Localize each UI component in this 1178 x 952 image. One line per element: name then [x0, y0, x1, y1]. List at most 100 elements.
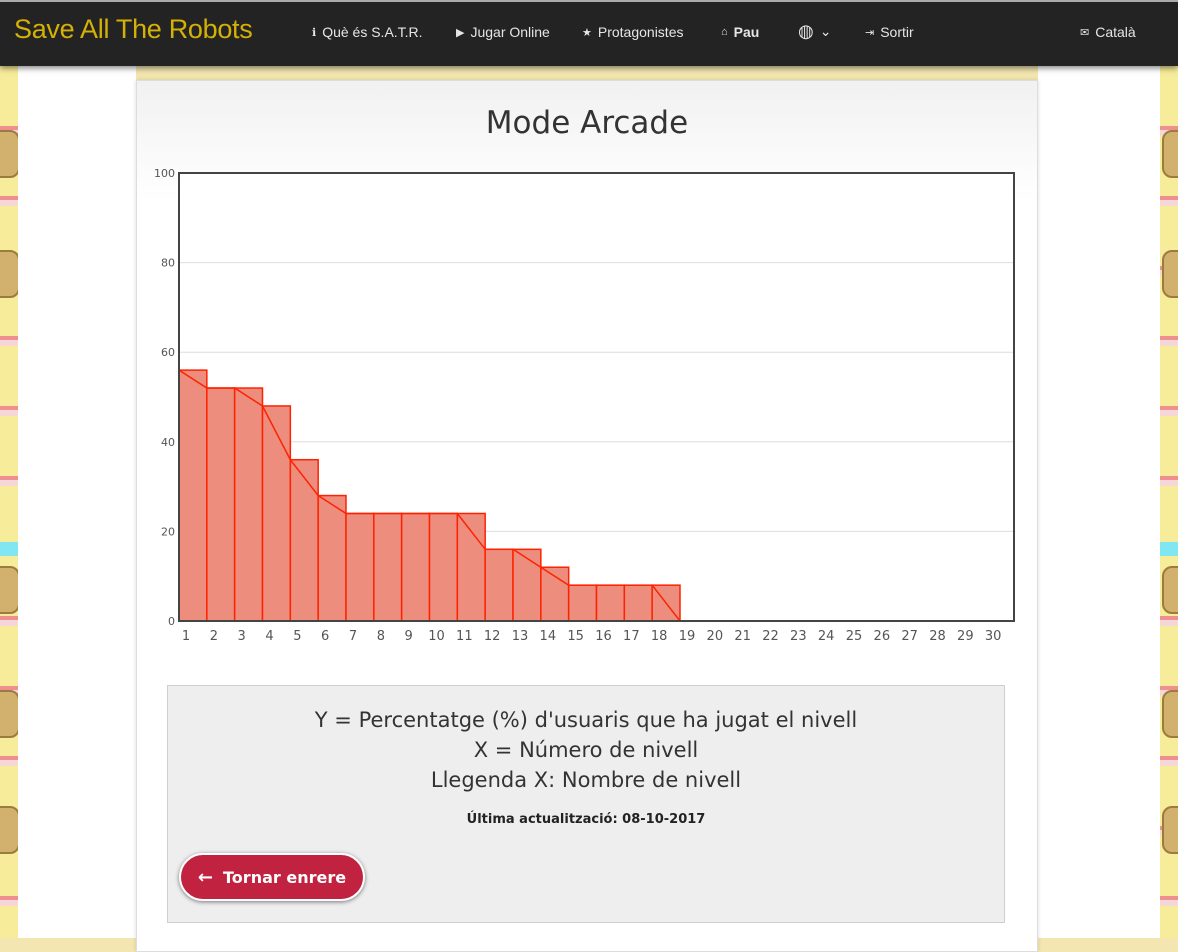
x-tick-label: 19	[679, 629, 696, 644]
robot-icon	[0, 806, 18, 854]
x-tick-label: 24	[818, 629, 835, 644]
x-tick-label: 8	[377, 629, 385, 644]
star-icon: ★	[582, 26, 592, 39]
language-dropdown[interactable]: ◍ ⌄	[798, 21, 831, 42]
page-background-left	[18, 66, 136, 938]
nav-item-label: Protagonistes	[597, 24, 684, 40]
x-tick-label: 15	[567, 629, 584, 644]
x-tick-label: 4	[265, 629, 273, 644]
bar-level-12	[484, 548, 514, 622]
x-tick-label: 11	[456, 629, 473, 644]
x-tick-label: 1	[182, 629, 190, 644]
bar-level-9	[400, 512, 431, 622]
nav-item-label: Sortir	[880, 24, 914, 40]
x-tick-label: 18	[651, 629, 668, 644]
bar-level-5	[289, 458, 319, 622]
x-tick-label: 21	[734, 629, 751, 644]
x-tick-label: 17	[623, 629, 640, 644]
bar-level-3	[233, 387, 264, 622]
robot-icon	[1162, 566, 1178, 614]
nav-item-label: Català	[1095, 24, 1136, 40]
back-button-label: Tornar enrere	[223, 867, 347, 887]
nav-item-language[interactable]: ✉ Català	[1080, 24, 1136, 40]
nav-item-play-online[interactable]: ▶ Jugar Online	[456, 24, 550, 40]
bar-level-16	[595, 584, 626, 622]
x-tick-label: 6	[321, 629, 329, 644]
nav-item-logout[interactable]: ⇥ Sortir	[865, 24, 914, 40]
x-tick-label: 14	[540, 629, 557, 644]
nav-item-label: Què és S.A.T.R.	[322, 24, 423, 40]
info-icon: ℹ	[312, 26, 317, 39]
bar-level-11	[456, 512, 486, 622]
play-icon: ▶	[456, 26, 465, 39]
y-tick-label: 60	[161, 346, 175, 359]
page-background-right	[1038, 66, 1160, 938]
y-tick-label: 0	[168, 615, 175, 628]
robot-icon	[0, 250, 18, 298]
x-tick-label: 22	[762, 629, 779, 644]
bar-level-7	[345, 512, 375, 622]
brand-logo[interactable]: Save All The Robots	[14, 14, 253, 45]
x-tick-label: 13	[512, 629, 529, 644]
x-tick-label: 5	[293, 629, 301, 644]
x-tick-label: 30	[985, 629, 1002, 644]
y-tick-label: 80	[161, 257, 175, 270]
last-updated-text: Última actualització: 08-10-2017	[466, 812, 706, 827]
nav-item-characters[interactable]: ★ Protagonistes	[582, 24, 683, 40]
legend-x-description: X = Número de nivell	[473, 738, 699, 762]
decorative-border-right	[1160, 66, 1178, 938]
arrow-left-icon: ←	[197, 866, 214, 888]
bar-level-2	[206, 387, 236, 622]
x-tick-label: 3	[238, 629, 246, 644]
robot-icon	[1162, 130, 1178, 178]
arcade-stats-panel: Mode Arcade 0 20 40 60 80 100 1 2 3 4 5 6 7 8 9 10 11 12 1…	[136, 80, 1038, 952]
robot-icon	[0, 690, 18, 738]
nav-item-user-profile[interactable]: ⌂ Pau	[721, 24, 759, 40]
bar-level-13	[512, 548, 542, 622]
x-tick-label: 23	[790, 629, 807, 644]
bar-level-17	[623, 584, 653, 622]
robot-icon	[1162, 690, 1178, 738]
robot-icon	[0, 130, 18, 178]
legend-y-description: Y = Percentatge (%) d'usuaris que ha jug…	[314, 708, 858, 732]
bar-level-14	[540, 566, 570, 622]
top-navbar: Save All The Robots ℹ Què és S.A.T.R. ▶ …	[0, 0, 1178, 66]
robot-icon	[0, 566, 18, 614]
chevron-down-icon: ⌄	[819, 23, 832, 39]
robot-icon	[1162, 806, 1178, 854]
chat-icon: ✉	[1080, 26, 1090, 39]
y-tick-label: 100	[154, 167, 175, 180]
decorative-stripe	[0, 542, 18, 556]
nav-item-label: Pau	[733, 24, 760, 40]
nav-item-about[interactable]: ℹ Què és S.A.T.R.	[312, 24, 423, 40]
y-tick-label: 20	[161, 525, 175, 538]
x-tick-label: 29	[957, 629, 974, 644]
bar-level-10	[428, 512, 459, 622]
robot-icon	[1162, 250, 1178, 298]
y-tick-label: 40	[161, 436, 175, 449]
x-tick-label: 27	[901, 629, 918, 644]
x-tick-label: 9	[405, 629, 413, 644]
x-tick-label: 20	[707, 629, 724, 644]
x-tick-label: 10	[428, 629, 445, 644]
x-tick-label: 28	[929, 629, 946, 644]
bar-level-4	[261, 405, 292, 622]
x-tick-label: 16	[595, 629, 612, 644]
levels-chart: 0204060801001 2 3 4 5 6 7 8 9 10 11 12 13 14 15 16 17 18 1…	[154, 167, 1015, 644]
bar-level-6	[317, 494, 347, 622]
x-tick-label: 7	[349, 629, 357, 644]
logout-icon: ⇥	[865, 26, 875, 39]
x-tick-label: 2	[210, 629, 218, 644]
bar-level-8	[373, 512, 403, 622]
x-tick-label: 12	[484, 629, 501, 644]
chart-legend-box: Y = Percentatge (%) d'usuaris que ha jug…	[167, 685, 1005, 923]
globe-icon: ◍	[798, 21, 814, 41]
home-icon: ⌂	[721, 26, 728, 38]
back-button[interactable]: ← Tornar enrere	[179, 853, 365, 901]
bar-level-15	[567, 584, 598, 622]
x-tick-label: 25	[846, 629, 863, 644]
decorative-stripe	[1160, 542, 1178, 556]
decorative-border-left	[0, 66, 18, 938]
bar-level-1	[178, 369, 208, 622]
x-tick-label: 26	[874, 629, 891, 644]
